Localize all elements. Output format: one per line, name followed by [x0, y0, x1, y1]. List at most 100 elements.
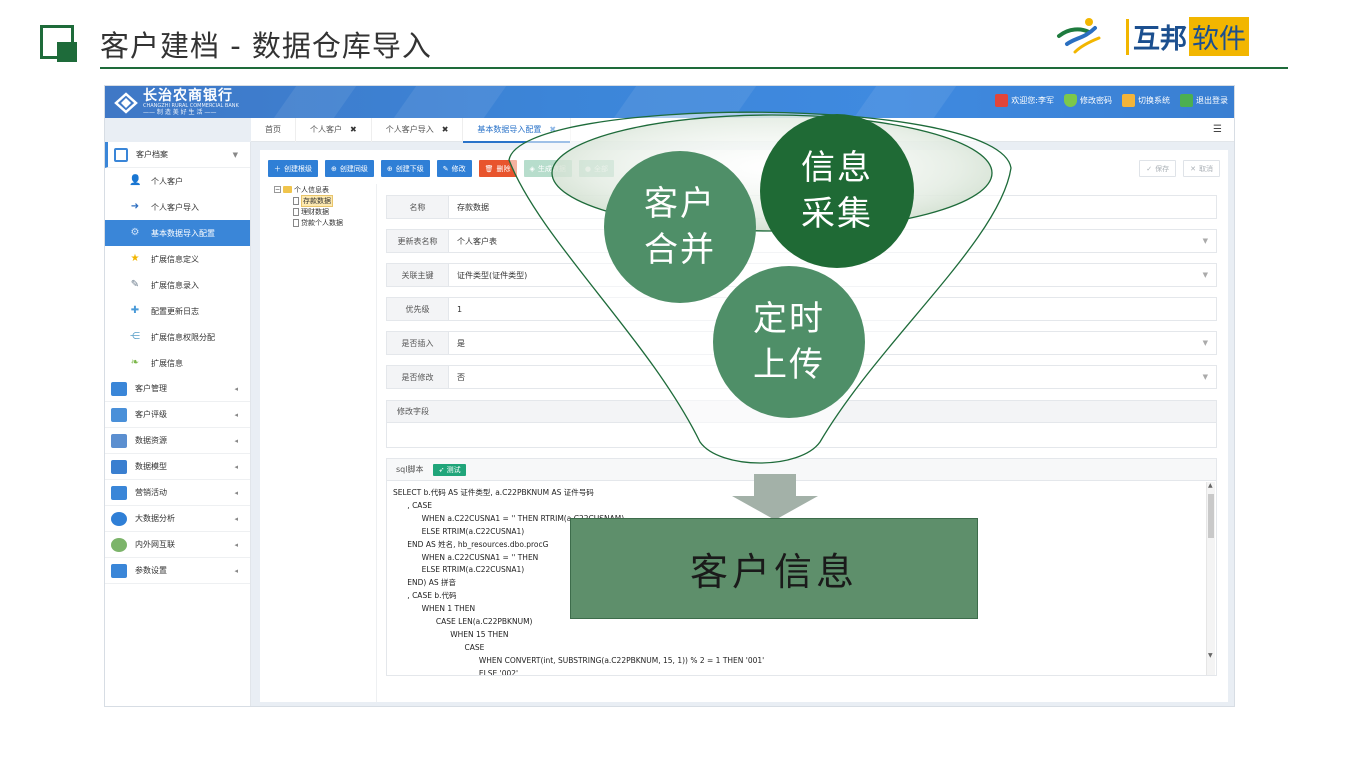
bar-chart-icon — [111, 459, 127, 474]
sql-line: WHEN 15 THEN — [393, 629, 509, 639]
bank-motto: —— 制 造 美 好 生 活 —— — [143, 109, 217, 116]
tree-node[interactable]: 贷款个人数据 — [274, 217, 343, 228]
tab-personal-import[interactable]: 个人客户导入 ✖ — [372, 117, 464, 142]
hubang-figure-logo — [1057, 18, 1101, 54]
sidebar-item-basic-import-config[interactable]: ⚙ 基本数据导入配置 — [105, 220, 250, 246]
dropdown-arrow-icon: ▼ — [1202, 271, 1208, 279]
scrollbar[interactable]: ▲ ▼ — [1206, 482, 1215, 675]
slide: 客户建档 - 数据仓库导入 互邦 软件 长治农商银行 CHANGZHI RURA… — [0, 0, 1350, 759]
scroll-up-icon[interactable]: ▲ — [1208, 482, 1213, 489]
toolbar-right: ✓ 保存 ✕ 取消 — [1139, 160, 1220, 177]
close-icon[interactable]: ✖ — [549, 125, 556, 134]
tab-personal-customer[interactable]: 个人客户 ✖ — [296, 117, 372, 142]
save-button[interactable]: ✓ 保存 — [1139, 160, 1177, 177]
hubang-logo: 互邦 软件 — [1126, 17, 1249, 56]
change-password-button[interactable]: 修改密码 — [1064, 94, 1112, 107]
scrollbar-thumb[interactable] — [1208, 494, 1214, 538]
all-button[interactable]: ● 全部 — [578, 160, 615, 177]
down-arrow-icon — [732, 474, 818, 520]
share-icon: ⋲ — [130, 331, 140, 342]
sidebar-group-customer-rating[interactable]: 客户评级 ◂ — [105, 402, 250, 428]
create-sibling-button[interactable]: ⊕ 创建同级 — [325, 160, 374, 177]
sidebar-item-update-log[interactable]: ✚ 配置更新日志 — [105, 298, 250, 324]
close-icon[interactable]: ✖ — [350, 125, 357, 134]
sidebar-group-marketing[interactable]: 营销活动 ◂ — [105, 480, 250, 506]
create-root-button[interactable]: ＋创建根级 — [268, 160, 318, 177]
dropdown-arrow-icon: ▼ — [1202, 373, 1208, 381]
person-icon: 👤 — [129, 175, 142, 186]
edit-button[interactable]: ✎ 修改 — [436, 160, 472, 177]
close-icon[interactable]: ✖ — [442, 125, 449, 134]
send-icon: ➶ — [438, 465, 445, 474]
bank-name: 长治农商银行 — [143, 88, 233, 104]
caret-left-icon: ◂ — [234, 514, 238, 523]
delete-button[interactable]: 🗑 删除 — [478, 160, 517, 177]
collapse-icon[interactable]: − — [274, 186, 281, 193]
tab-basic-import-config[interactable]: 基本数据导入配置 ✖ — [463, 117, 572, 143]
pie-chart-icon — [111, 511, 127, 526]
tree-node[interactable]: 理财数据 — [274, 206, 343, 217]
sql-line: CASE — [393, 642, 485, 652]
bubble-scheduled-upload: 定时 上传 — [713, 266, 865, 418]
caret-down-icon: ▼ — [232, 150, 238, 159]
slide-title: 客户建档 - 数据仓库导入 — [100, 29, 432, 63]
sql-line: ELSE '002' — [393, 668, 519, 676]
star-icon: ★ — [130, 253, 140, 264]
app-topbar: 长治农商银行 CHANGZHI RURAL COMMERCIAL BANK ——… — [105, 86, 1234, 118]
sql-line: WHEN CONVERT(int, SUBSTRING(a.C22PBKNUM,… — [393, 655, 765, 665]
caret-left-icon: ◂ — [234, 540, 238, 549]
logout-icon — [1180, 94, 1193, 107]
sidebar-item-ext-entry[interactable]: ✎ 扩展信息录入 — [105, 272, 250, 298]
create-child-button[interactable]: ⊕ 创建下级 — [380, 160, 430, 177]
sidebar-group-network[interactable]: 内外网互联 ◂ — [105, 532, 250, 558]
circle-icon: ● — [584, 164, 592, 173]
sidebar-item-personal-customer[interactable]: 👤 个人客户 — [105, 168, 250, 194]
sidebar-item-ext-permission[interactable]: ⋲ 扩展信息权限分配 — [105, 324, 250, 350]
plus-icon: ＋ — [274, 164, 281, 173]
user-icon — [995, 94, 1009, 107]
megaphone-icon — [111, 485, 127, 500]
sidebar-item-personal-import[interactable]: ➜ 个人客户导入 — [105, 194, 250, 220]
sidebar-group-big-data[interactable]: 大数据分析 ◂ — [105, 506, 250, 532]
tree-view: − 个人信息表 存款数据 理财数据 贷款个人数据 — [274, 184, 343, 228]
scroll-down-icon[interactable]: ▼ — [1208, 652, 1213, 659]
caret-left-icon: ◂ — [234, 384, 238, 393]
plus-circle-icon: ⊕ — [386, 164, 393, 173]
sidebar-group-customer-archive[interactable]: 客户档案 ▼ — [105, 142, 250, 168]
dropdown-arrow-icon: ▼ — [1202, 237, 1208, 245]
sidebar-group-data-resources[interactable]: 数据资源 ◂ — [105, 428, 250, 454]
switch-system-button[interactable]: 切换系统 — [1122, 94, 1170, 107]
menu-icon[interactable]: ☰ — [1213, 124, 1222, 135]
bank-logo: 长治农商银行 CHANGZHI RURAL COMMERCIAL BANK ——… — [113, 89, 239, 116]
file-icon — [293, 196, 299, 205]
tab-home[interactable]: 首页 — [251, 117, 296, 142]
tree-node[interactable]: 存款数据 — [274, 194, 343, 207]
caret-left-icon: ◂ — [234, 488, 238, 497]
switch-icon — [1122, 94, 1135, 107]
config-icon: ⚙ — [130, 227, 140, 238]
globe-icon — [111, 537, 127, 552]
check-icon: ✓ — [1146, 164, 1153, 173]
tree-root[interactable]: − 个人信息表 — [274, 184, 343, 195]
title-square-fill — [57, 42, 77, 62]
sidebar-group-customer-management[interactable]: 客户管理 ◂ — [105, 376, 250, 402]
sidebar-group-settings[interactable]: 参数设置 ◂ — [105, 558, 250, 584]
dropdown-arrow-icon: ▼ — [1202, 339, 1208, 347]
sidebar-group-data-model[interactable]: 数据模型 ◂ — [105, 454, 250, 480]
shield-icon — [1064, 94, 1077, 107]
caret-left-icon: ◂ — [234, 462, 238, 471]
bubble-customer-merge: 客户 合并 — [604, 151, 756, 303]
logout-button[interactable]: 退出登录 — [1180, 94, 1228, 107]
sidebar-item-ext-define[interactable]: ★ 扩展信息定义 — [105, 246, 250, 272]
welcome-user[interactable]: 欢迎您:李军 — [995, 94, 1054, 107]
generate-data-button[interactable]: ◈ 生成数据 — [523, 160, 572, 177]
layers-icon: ◈ — [529, 164, 535, 173]
file-icon — [293, 218, 299, 227]
sidebar-item-ext-info[interactable]: ❧ 扩展信息 — [105, 350, 250, 376]
test-button[interactable]: ➶ 测试 — [433, 463, 466, 476]
pencil-icon: ✎ — [442, 164, 449, 173]
divider — [376, 184, 377, 702]
result-customer-info: 客户信息 — [570, 518, 978, 619]
cancel-button[interactable]: ✕ 取消 — [1183, 160, 1220, 177]
bank-emblem-icon — [114, 91, 138, 114]
